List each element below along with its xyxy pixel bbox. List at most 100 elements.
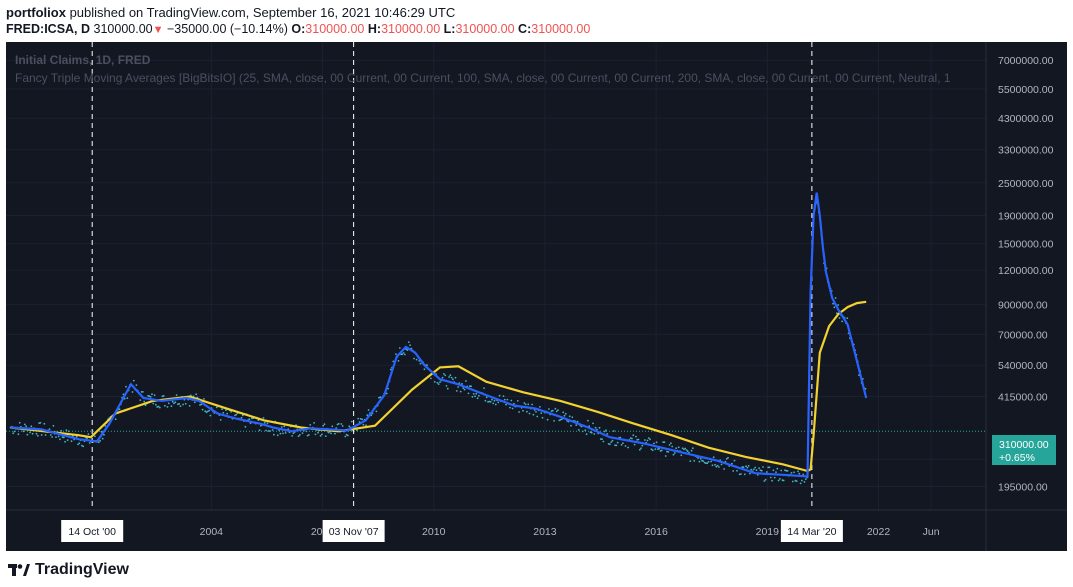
data-dot bbox=[568, 415, 571, 418]
data-dot bbox=[647, 437, 650, 439]
data-dot bbox=[633, 443, 636, 446]
data-dot bbox=[437, 383, 440, 385]
data-dot bbox=[203, 398, 205, 400]
data-dot bbox=[441, 376, 444, 379]
data-dot bbox=[644, 439, 646, 441]
data-dot bbox=[436, 381, 439, 384]
data-dot bbox=[309, 424, 312, 426]
data-dot bbox=[153, 394, 156, 396]
data-dot bbox=[454, 376, 457, 379]
data-dot bbox=[716, 464, 719, 467]
data-dot bbox=[528, 412, 531, 415]
y-tick-label: 700000.00 bbox=[998, 329, 1048, 341]
y-tick-label: 540000.00 bbox=[998, 360, 1048, 372]
data-dot bbox=[740, 473, 742, 475]
data-dot bbox=[801, 479, 803, 482]
data-dot bbox=[39, 421, 42, 424]
data-dot bbox=[760, 469, 763, 472]
data-dot bbox=[409, 344, 411, 346]
data-dot bbox=[602, 440, 605, 443]
data-dot bbox=[762, 466, 764, 468]
data-dot bbox=[609, 443, 611, 446]
data-dot bbox=[341, 425, 344, 427]
data-dot bbox=[680, 454, 683, 457]
data-dot bbox=[362, 423, 365, 426]
data-dot bbox=[23, 423, 26, 426]
data-dot bbox=[677, 446, 680, 449]
data-dot bbox=[51, 436, 53, 438]
data-dot bbox=[673, 452, 676, 454]
data-dot bbox=[526, 410, 528, 413]
x-tick-label: 2019 bbox=[756, 526, 780, 538]
data-dot bbox=[18, 421, 21, 424]
data-dot bbox=[235, 413, 238, 416]
data-dot bbox=[142, 391, 144, 393]
data-dot bbox=[754, 466, 757, 469]
data-dot bbox=[439, 381, 441, 383]
published-text: published on TradingView.com, September … bbox=[69, 5, 456, 20]
data-dot bbox=[357, 417, 360, 420]
data-dot bbox=[430, 377, 432, 380]
x-tick-label: 2010 bbox=[422, 526, 446, 538]
data-dot bbox=[279, 432, 282, 435]
data-dot bbox=[449, 374, 452, 377]
brand-label: TradingView bbox=[35, 561, 129, 578]
data-dot bbox=[175, 394, 178, 396]
data-dot bbox=[215, 406, 218, 409]
data-dot bbox=[531, 403, 533, 406]
data-dot bbox=[803, 481, 806, 483]
data-dot bbox=[398, 347, 401, 349]
data-dot bbox=[841, 320, 843, 323]
data-dot bbox=[585, 433, 588, 436]
data-dot bbox=[689, 460, 692, 462]
data-dot bbox=[684, 447, 687, 450]
data-dot bbox=[769, 476, 772, 479]
low-value: 310000.00 bbox=[455, 22, 515, 36]
data-dot bbox=[324, 435, 327, 437]
data-dot bbox=[672, 453, 675, 456]
data-dot bbox=[152, 402, 155, 405]
author-name[interactable]: portfoliox bbox=[6, 5, 66, 20]
y-tick-label: 900000.00 bbox=[998, 299, 1048, 311]
data-dot bbox=[782, 479, 785, 482]
data-dot bbox=[564, 412, 567, 415]
data-dot bbox=[167, 402, 170, 405]
data-dot bbox=[283, 425, 286, 428]
data-dot bbox=[620, 444, 623, 446]
data-dot bbox=[266, 422, 269, 425]
data-dot bbox=[575, 424, 578, 426]
data-dot bbox=[720, 463, 723, 466]
data-dot bbox=[331, 425, 334, 428]
data-dot bbox=[750, 468, 753, 471]
data-dot bbox=[402, 352, 405, 354]
data-dot bbox=[548, 408, 550, 410]
data-dot bbox=[178, 402, 181, 405]
data-dot bbox=[557, 409, 559, 411]
data-dot bbox=[743, 473, 746, 476]
data-dot bbox=[40, 434, 43, 436]
data-dot bbox=[444, 374, 447, 377]
data-dot bbox=[663, 441, 666, 443]
data-dot bbox=[88, 442, 91, 444]
data-dot bbox=[611, 439, 614, 442]
data-dot bbox=[518, 411, 520, 413]
data-dot bbox=[693, 460, 696, 462]
data-dot bbox=[712, 456, 715, 459]
data-dot bbox=[753, 468, 755, 471]
data-dot bbox=[640, 447, 642, 450]
data-dot bbox=[522, 409, 524, 412]
data-dot bbox=[775, 471, 777, 473]
chart-area[interactable]: 7000000.00 5500000.00 4300000.00 3300000.00… bbox=[6, 42, 1067, 551]
data-dot bbox=[317, 431, 319, 434]
data-dot bbox=[87, 433, 90, 435]
data-dot bbox=[248, 418, 251, 421]
data-dot bbox=[555, 410, 558, 413]
data-dot bbox=[510, 399, 513, 402]
data-dot bbox=[733, 459, 736, 462]
data-dot bbox=[635, 435, 637, 438]
data-dot bbox=[334, 432, 336, 435]
data-dot bbox=[344, 435, 347, 438]
footer-brand[interactable]: TradingView bbox=[8, 561, 129, 579]
data-dot bbox=[577, 429, 580, 431]
data-dot bbox=[125, 385, 127, 388]
